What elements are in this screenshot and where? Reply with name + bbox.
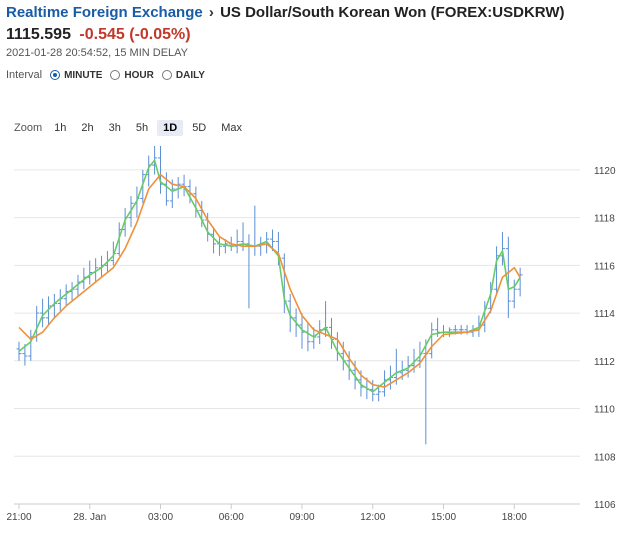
x-tick-label: 12:00: [360, 512, 385, 523]
interval-option-minute[interactable]: MINUTE: [50, 70, 102, 81]
ohlc-bar: [517, 267, 523, 297]
x-tick-label: 09:00: [289, 512, 314, 523]
x-tick-label: 18:00: [502, 512, 527, 523]
zoom-label: Zoom: [14, 122, 43, 134]
ohlc-bar: [234, 229, 240, 254]
interval-selector: Interval MINUTE HOUR DAILY: [6, 69, 213, 81]
slow-average-line: [18, 173, 521, 388]
radio-button-hour[interactable]: [110, 70, 121, 80]
y-tick-label: 1112: [594, 357, 615, 368]
quote-timestamp: 2021-01-28 20:54:52, 15 MIN DELAY: [6, 47, 189, 59]
y-tick-label: 1106: [594, 500, 616, 511]
radio-button-minute[interactable]: [50, 70, 61, 80]
ohlc-bar: [258, 236, 264, 256]
x-tick-label: 28. Jan: [73, 512, 106, 523]
interval-option-daily[interactable]: DAILY: [161, 69, 205, 81]
y-tick-label: 1110: [594, 405, 615, 416]
x-tick-label: 21:00: [6, 512, 31, 523]
x-tick-label: 15:00: [431, 512, 456, 523]
interval-option-hour[interactable]: HOUR: [110, 69, 154, 81]
zoom-button-max[interactable]: Max: [215, 120, 248, 136]
interval-option-label: HOUR: [124, 69, 154, 81]
y-tick-label: 1116: [594, 261, 615, 272]
y-tick-label: 1120: [594, 166, 616, 177]
interval-option-label: MINUTE: [64, 69, 103, 81]
ohlc-bar: [28, 329, 34, 361]
zoom-button-1d[interactable]: 1D: [157, 120, 184, 136]
y-tick-label: 1114: [594, 309, 615, 320]
radio-button-daily[interactable]: [161, 70, 172, 80]
ohlc-bar: [87, 260, 93, 285]
last-price: 1115.595: [6, 26, 71, 43]
price-chart[interactable]: 1120 1118 1116 1114 1112 1110 1108 1106 21:00 28.…: [0, 140, 640, 540]
interval-option-label: DAILY: [175, 69, 205, 81]
zoom-button-5h[interactable]: 5h: [130, 120, 154, 136]
fast-average-line: [18, 159, 521, 393]
y-tick-label: 1118: [594, 214, 615, 225]
breadcrumb-separator: ›: [208, 4, 214, 21]
zoom-button-3h[interactable]: 3h: [103, 120, 127, 136]
price-change: -0.545 (-0.05%): [79, 26, 191, 43]
zoom-button-2h[interactable]: 2h: [75, 120, 99, 136]
ohlc-bar: [252, 205, 258, 256]
interval-label: Interval: [6, 69, 43, 81]
ohlc-bar: [216, 236, 222, 256]
ohlc-bar: [429, 322, 435, 359]
y-tick-label: 1108: [594, 452, 616, 463]
zoom-button-1h[interactable]: 1h: [48, 120, 72, 136]
x-tick-label: 06:00: [219, 512, 244, 523]
ohlc-bar: [305, 322, 311, 352]
price-row: 1115.595 -0.545 (-0.05%): [6, 26, 634, 44]
page-title: Realtime Foreign Exchange › US Dollar/So…: [6, 4, 634, 21]
zoom-button-5d[interactable]: 5D: [186, 120, 212, 136]
quote-header: Realtime Foreign Exchange › US Dollar/So…: [6, 4, 634, 59]
ohlc-bar: [140, 169, 146, 204]
x-tick-label: 03:00: [148, 512, 173, 523]
breadcrumb-link[interactable]: Realtime Foreign Exchange: [6, 4, 203, 21]
zoom-selector: Zoom 1h 2h 3h 5h 1D 5D Max: [14, 120, 251, 136]
currency-pair-title: US Dollar/South Korean Won (FOREX:USDKRW…: [220, 4, 565, 21]
ohlc-bar: [181, 174, 187, 197]
